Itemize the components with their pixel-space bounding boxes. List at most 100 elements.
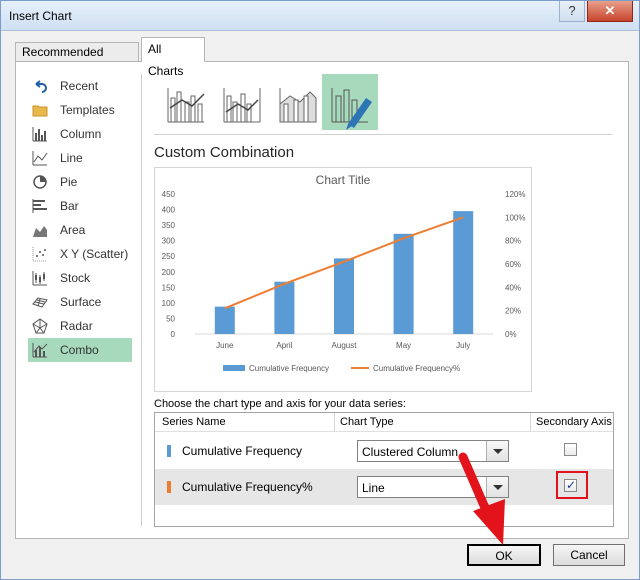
radar-chart-icon [32,318,48,334]
column-divider [530,413,531,431]
y2-tick-label: 20% [505,307,521,316]
clustered-column-line-secondary-icon[interactable] [214,74,270,130]
sidebar-item-radar[interactable]: Radar [28,314,132,338]
series-row-cumulative-frequency[interactable]: Cumulative Frequency Clustered Column [155,433,613,469]
y-tick-label: 50 [166,314,175,323]
sidebar-item-label: Stock [60,271,91,285]
sidebar-item-label: Pie [60,175,78,189]
tab-content: Recent Templates Column Line Pie Bar Are… [15,61,629,539]
y-tick-label: 450 [162,190,176,199]
divider [155,431,613,432]
x-tick-label: August [332,341,358,350]
red-arrow-icon [458,452,505,545]
chart-svg: Chart Title 450 400 350 300 250 200 150 100 50 0 12… [162,173,526,373]
y-tick-label: 400 [162,206,176,215]
y-tick-label: 350 [162,221,176,230]
cancel-button[interactable]: Cancel [553,544,625,566]
chart-preview: Chart Title 450 400 350 300 250 200 150 100 50 0 12… [154,167,532,392]
series-name: Cumulative Frequency% [182,480,313,494]
series-color-swatch [167,445,171,457]
sidebar-item-templates[interactable]: Templates [28,98,132,122]
x-tick-label: April [276,341,292,350]
sidebar-item-pie[interactable]: Pie [28,170,132,194]
sidebar-item-combo[interactable]: Combo [28,338,132,362]
column-chart-icon [32,127,47,142]
sidebar-item-label: Combo [60,343,99,357]
sidebar-item-recent[interactable]: Recent [28,74,132,98]
sidebar-item-area[interactable]: Area [28,218,132,242]
series-panel: Series Name Chart Type Secondary Axis Cu… [154,412,614,527]
header-series-name: Series Name [162,416,226,428]
tab-all-charts[interactable]: All Charts [141,37,205,78]
x-tick-label: July [456,341,470,350]
secondary-axis-checkbox[interactable] [564,443,577,456]
tab-recommended-charts[interactable]: Recommended Charts [15,42,139,77]
pie-chart-icon [33,175,47,189]
y-tick-label: 100 [162,299,176,308]
y-tick-label: 150 [162,283,176,292]
header-chart-type: Chart Type [340,416,394,428]
undo-icon [35,80,47,93]
combo-chart-icon [32,343,48,358]
sidebar-item-label: Line [60,151,83,165]
scatter-chart-icon [32,247,47,262]
series-prompt: Choose the chart type and axis for your … [154,398,406,410]
folder-icon [32,105,48,117]
series-color-swatch [167,481,171,493]
divider [154,134,612,135]
clustered-column-line-icon[interactable] [158,74,214,130]
legend-swatch-bars [223,365,245,371]
legend-label: Cumulative Frequency [249,364,329,373]
sidebar-item-label: Column [60,127,102,141]
y-tick-label: 0 [171,330,176,339]
series-row-cumulative-frequency-percent[interactable]: Cumulative Frequency% Line [155,469,613,505]
y2-tick-label: 120% [505,190,525,199]
y2-tick-label: 60% [505,260,521,269]
section-title: Custom Combination [154,144,295,161]
line-chart-icon [32,151,48,166]
sidebar-item-label: Recent [60,79,99,93]
column-divider [334,413,335,431]
sidebar-item-bar[interactable]: Bar [28,194,132,218]
sidebar-item-label: Surface [60,295,102,309]
series-name: Cumulative Frequency [182,444,303,458]
bar-august [334,258,354,334]
help-button[interactable]: ? [559,1,585,22]
sidebar-item-column[interactable]: Column [28,122,132,146]
x-tick-label: May [396,341,411,350]
sidebar-item-stock[interactable]: Stock [28,266,132,290]
highlight-box [556,471,588,499]
sidebar-item-line[interactable]: Line [28,146,132,170]
y2-tick-label: 40% [505,283,521,292]
sidebar-item-label: X Y (Scatter) [60,247,129,261]
y-tick-label: 250 [162,252,176,261]
bar-june [214,306,235,334]
header-secondary-axis: Secondary Axis [536,416,612,428]
area-chart-icon [33,226,47,237]
sidebar-item-scatter[interactable]: X Y (Scatter) [28,242,132,266]
sidebar-item-label: Bar [60,199,79,213]
y-tick-label: 300 [162,237,176,246]
insert-chart-dialog: Insert Chart ? ✕ Recommended Charts All … [0,0,640,580]
stock-chart-icon [32,271,47,286]
sidebar-item-label: Radar [60,319,93,333]
bar-april [274,281,295,334]
stacked-area-clustered-column-icon[interactable] [270,74,326,130]
dialog-title: Insert Chart [9,9,72,23]
title-bar: Insert Chart ? ✕ [1,1,639,31]
sidebar-item-label: Templates [60,103,115,117]
x-tick-label: June [216,341,234,350]
y2-tick-label: 80% [505,237,521,246]
y2-tick-label: 0% [505,330,517,339]
surface-chart-icon [32,297,48,308]
y2-tick-label: 100% [505,213,525,222]
legend-label: Cumulative Frequency% [373,364,460,373]
sidebar-item-surface[interactable]: Surface [28,290,132,314]
close-button[interactable]: ✕ [587,1,633,22]
custom-combination-icon[interactable] [322,74,378,130]
bar-may [393,233,414,334]
bar-chart-icon [32,199,47,213]
y-tick-label: 200 [162,268,176,277]
chart-type-value: Line [362,481,385,495]
chart-title: Chart Title [316,173,371,187]
